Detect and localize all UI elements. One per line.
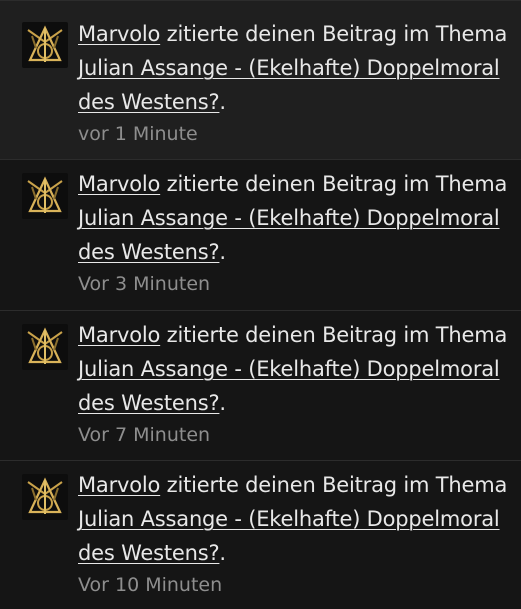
avatar[interactable] <box>22 324 68 370</box>
deathly-hallows-icon <box>22 22 68 68</box>
notification-time: vor 1 Minute <box>78 123 198 145</box>
notification-item[interactable]: Marvolo zitierte deinen Beitrag im Thema… <box>0 160 521 311</box>
avatar[interactable] <box>22 22 68 68</box>
notification-action-text: zitierte deinen Beitrag im Thema <box>160 323 508 347</box>
notification-list: Marvolo zitierte deinen Beitrag im Thema… <box>0 0 521 609</box>
message-suffix: . <box>219 240 226 264</box>
thread-link[interactable]: Julian Assange - (Ekelhafte) Doppelmoral… <box>78 56 500 114</box>
avatar[interactable] <box>22 474 68 520</box>
notification-message: Marvolo zitierte deinen Beitrag im Thema… <box>78 468 513 570</box>
notification-time: Vor 3 Minuten <box>78 273 211 295</box>
notification-action-text: zitierte deinen Beitrag im Thema <box>160 172 508 196</box>
notification-content: Marvolo zitierte deinen Beitrag im Thema… <box>78 468 513 600</box>
thread-link[interactable]: Julian Assange - (Ekelhafte) Doppelmoral… <box>78 357 500 415</box>
deathly-hallows-icon <box>22 173 68 219</box>
notification-message: Marvolo zitierte deinen Beitrag im Thema… <box>78 318 513 420</box>
notification-content: Marvolo zitierte deinen Beitrag im Thema… <box>78 318 513 450</box>
user-link[interactable]: Marvolo <box>78 172 160 196</box>
message-suffix: . <box>219 90 226 114</box>
notification-message: Marvolo zitierte deinen Beitrag im Thema… <box>78 17 513 119</box>
notification-content: Marvolo zitierte deinen Beitrag im Thema… <box>78 17 513 149</box>
notification-action-text: zitierte deinen Beitrag im Thema <box>160 22 508 46</box>
notification-item[interactable]: Marvolo zitierte deinen Beitrag im Thema… <box>0 311 521 461</box>
deathly-hallows-icon <box>22 324 68 370</box>
notification-time: Vor 7 Minuten <box>78 424 211 446</box>
message-suffix: . <box>219 541 226 565</box>
notification-action-text: zitierte deinen Beitrag im Thema <box>160 473 508 497</box>
user-link[interactable]: Marvolo <box>78 22 160 46</box>
notification-item[interactable]: Marvolo zitierte deinen Beitrag im Thema… <box>0 461 521 609</box>
avatar[interactable] <box>22 173 68 219</box>
thread-link[interactable]: Julian Assange - (Ekelhafte) Doppelmoral… <box>78 206 500 264</box>
user-link[interactable]: Marvolo <box>78 323 160 347</box>
notification-content: Marvolo zitierte deinen Beitrag im Thema… <box>78 167 513 299</box>
notification-time: Vor 10 Minuten <box>78 574 223 596</box>
notification-message: Marvolo zitierte deinen Beitrag im Thema… <box>78 167 513 269</box>
notification-item[interactable]: Marvolo zitierte deinen Beitrag im Thema… <box>0 0 521 160</box>
message-suffix: . <box>219 391 226 415</box>
user-link[interactable]: Marvolo <box>78 473 160 497</box>
thread-link[interactable]: Julian Assange - (Ekelhafte) Doppelmoral… <box>78 507 500 565</box>
deathly-hallows-icon <box>22 474 68 520</box>
